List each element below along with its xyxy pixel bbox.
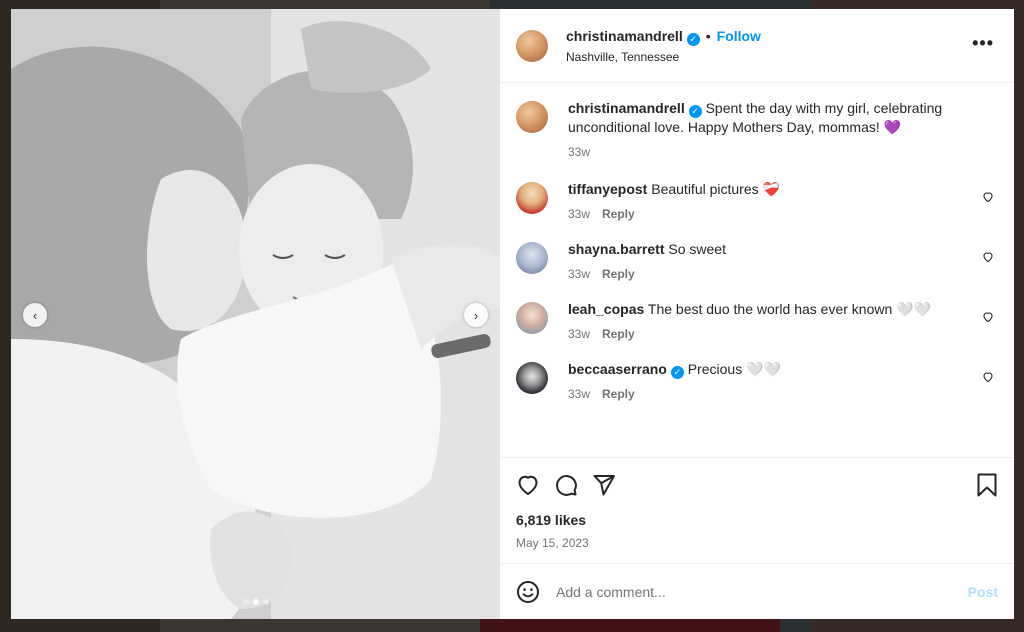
caption-timestamp[interactable]: 33w	[568, 145, 590, 159]
caption-username[interactable]: christinamandrell	[568, 100, 685, 116]
carousel-dot	[262, 599, 269, 605]
post-modal: ‹ › christinamandrell ✓ • Follow Nashville,…	[11, 9, 1014, 619]
verified-icon: ✓	[686, 32, 700, 46]
heart-icon	[983, 372, 993, 383]
carousel-dot	[252, 599, 259, 605]
emoji-icon	[517, 580, 539, 603]
caption-text: christinamandrell ✓ Spent the day with my…	[568, 99, 968, 137]
post-date[interactable]: May 15, 2023	[516, 536, 998, 550]
reply-button[interactable]: Reply	[602, 267, 635, 281]
post-actions: 6,819 likes May 15, 2023	[500, 457, 1014, 563]
comment-text: Beautiful pictures ❤️‍🩹	[651, 181, 780, 197]
comment-row: beccaaserrano ✓ Precious 🤍🤍 33w Reply	[516, 360, 998, 401]
heart-icon	[983, 192, 993, 203]
comment-like-button[interactable]	[982, 370, 994, 388]
post-image-illustration	[11, 9, 500, 619]
comment-like-button[interactable]	[982, 310, 994, 328]
comment-username[interactable]: tiffanyepost	[568, 181, 647, 197]
reply-button[interactable]: Reply	[602, 327, 635, 341]
reply-button[interactable]: Reply	[602, 387, 635, 401]
verified-icon: ✓	[688, 105, 702, 118]
comment-text: So sweet	[668, 241, 726, 257]
commenter-avatar[interactable]	[516, 242, 548, 274]
author-avatar[interactable]	[516, 29, 548, 62]
comment-timestamp[interactable]: 33w	[568, 267, 590, 281]
comment-username[interactable]: leah_copas	[568, 301, 644, 317]
comment-input[interactable]	[556, 583, 968, 600]
commenter-avatar[interactable]	[516, 182, 548, 214]
carousel-next-button[interactable]: ›	[464, 303, 488, 327]
post-comment-button[interactable]: Post	[968, 584, 998, 600]
bookmark-icon	[977, 473, 997, 497]
comment-row: shayna.barrett So sweet 33w Reply	[516, 240, 998, 281]
comment-like-button[interactable]	[982, 190, 994, 208]
comment-button[interactable]	[554, 473, 578, 497]
comment-icon	[556, 475, 577, 496]
post-location[interactable]: Nashville, Tennessee	[566, 50, 761, 64]
commenter-avatar[interactable]	[516, 362, 548, 394]
post-header: christinamandrell ✓ • Follow Nashville, Ten…	[500, 9, 1014, 83]
chevron-right-icon: ›	[473, 307, 479, 323]
carousel-dot	[242, 599, 249, 605]
comment-text: The best duo the world has ever known 🤍🤍	[647, 301, 932, 317]
carousel-prev-button[interactable]: ‹	[23, 303, 47, 327]
comment-timestamp[interactable]: 33w	[568, 327, 590, 341]
caption-meta: 33w	[568, 145, 968, 159]
share-icon	[593, 475, 615, 496]
comment-row: tiffanyepost Beautiful pictures ❤️‍🩹 33w…	[516, 180, 998, 221]
comment-username[interactable]: shayna.barrett	[568, 241, 664, 257]
likes-count[interactable]: 6,819 likes	[516, 512, 998, 528]
comments-list[interactable]: christinamandrell ✓ Spent the day with my…	[500, 83, 1014, 457]
chevron-left-icon: ‹	[32, 307, 38, 323]
reply-button[interactable]: Reply	[602, 207, 635, 221]
comment-like-button[interactable]	[982, 250, 994, 268]
post-photo[interactable]: ‹ ›	[11, 9, 500, 619]
like-button[interactable]	[516, 473, 540, 497]
follow-button[interactable]: Follow	[717, 28, 761, 44]
post-side-panel: christinamandrell ✓ • Follow Nashville, Ten…	[500, 9, 1014, 619]
emoji-button[interactable]	[516, 580, 540, 604]
comment-timestamp[interactable]: 33w	[568, 387, 590, 401]
author-avatar[interactable]	[516, 101, 548, 133]
heart-icon	[518, 475, 538, 496]
more-icon[interactable]: •••	[972, 33, 994, 54]
caption-row: christinamandrell ✓ Spent the day with my…	[516, 99, 998, 159]
comment-row: leah_copas The best duo the world has ev…	[516, 300, 998, 341]
comment-username[interactable]: beccaaserrano	[568, 361, 667, 377]
comment-text: Precious 🤍🤍	[687, 361, 781, 377]
heart-icon	[983, 312, 993, 323]
comment-timestamp[interactable]: 33w	[568, 207, 590, 221]
save-button[interactable]	[976, 473, 998, 497]
verified-icon: ✓	[670, 366, 684, 379]
share-button[interactable]	[592, 473, 616, 497]
commenter-avatar[interactable]	[516, 302, 548, 334]
author-username[interactable]: christinamandrell	[566, 28, 683, 44]
heart-icon	[983, 252, 993, 263]
carousel-dots	[11, 599, 500, 605]
separator-dot: •	[705, 27, 711, 44]
comment-composer: Post	[500, 563, 1014, 619]
